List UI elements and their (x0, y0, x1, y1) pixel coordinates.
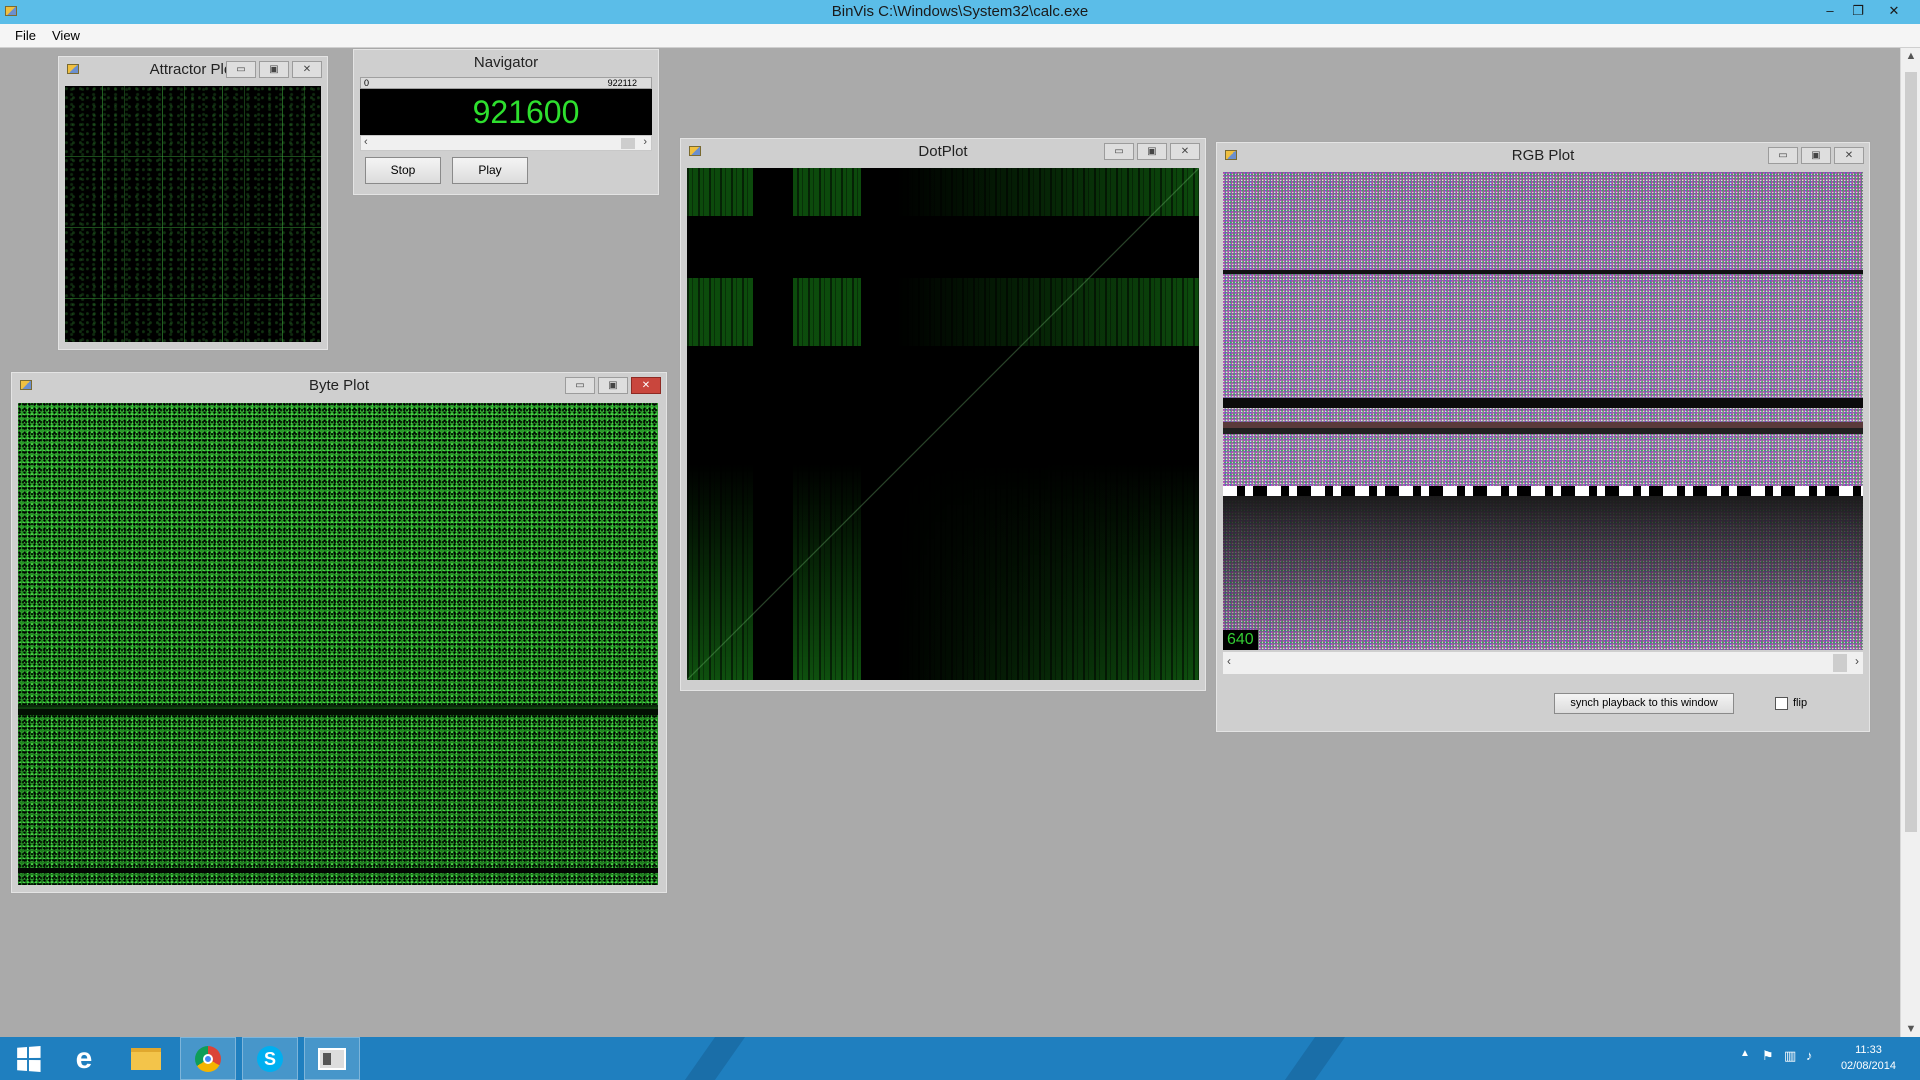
scroll-left-arrow-icon[interactable]: ‹ (364, 136, 368, 148)
menu-bar: File View (0, 24, 1920, 48)
dotplot-titlebar[interactable]: DotPlot ▭ ▣ ✕ (680, 138, 1206, 164)
attractor-plot-titlebar[interactable]: Attractor Plot ▭ ▣ ✕ (58, 56, 328, 82)
minimize-button[interactable]: ▭ (226, 61, 256, 78)
minimize-button[interactable]: ▭ (1768, 147, 1798, 164)
dotplot-diagonal (687, 168, 1199, 680)
scrollbar-thumb[interactable] (1905, 72, 1917, 832)
rgb-horizontal-scrollbar[interactable]: ‹ › (1223, 652, 1863, 674)
window-title: Navigator (473, 54, 539, 71)
action-center-flag-icon[interactable]: ⚑ (1762, 1048, 1774, 1064)
app-title-bar: BinVis C:\Windows\System32\calc.exe – ❐ … (0, 0, 1920, 24)
scrollbar-thumb[interactable] (621, 138, 635, 149)
chrome-icon[interactable] (180, 1037, 236, 1080)
byte-plot-window[interactable]: Byte Plot ▭ ▣ ✕ (10, 371, 668, 894)
scrollbar-thumb[interactable] (1833, 654, 1847, 672)
internet-explorer-icon[interactable]: e (56, 1037, 112, 1080)
minimize-window-button[interactable]: – (1816, 1, 1844, 21)
scroll-left-arrow-icon[interactable]: ‹ (1227, 654, 1231, 668)
width-readout: 640 (1223, 630, 1258, 650)
volume-icon[interactable]: ♪ (1806, 1048, 1813, 1063)
close-button[interactable]: ✕ (292, 61, 322, 78)
tray-expand-arrow-icon[interactable]: ▲ (1740, 1048, 1750, 1059)
flip-checkbox[interactable] (1775, 697, 1788, 710)
maximize-button[interactable]: ▣ (598, 377, 628, 394)
menu-file[interactable]: File (15, 28, 36, 43)
clock-date: 02/08/2014 (1840, 1060, 1896, 1072)
range-end-label: 922112 (607, 78, 637, 88)
mdi-vertical-scrollbar[interactable]: ▲ ▼ (1900, 48, 1920, 1037)
rgb-plot-canvas[interactable]: 640 (1223, 172, 1863, 650)
scroll-right-arrow-icon[interactable]: › (643, 136, 647, 148)
app-title: BinVis C:\Windows\System32\calc.exe (831, 3, 1089, 20)
file-explorer-icon[interactable] (118, 1037, 174, 1080)
stop-button[interactable]: Stop (365, 157, 441, 184)
minimize-button[interactable]: ▭ (1104, 143, 1134, 160)
minimize-button[interactable]: ▭ (565, 377, 595, 394)
play-button[interactable]: Play (452, 157, 528, 184)
maximize-button[interactable]: ▣ (1801, 147, 1831, 164)
navigator-titlebar[interactable]: Navigator (353, 49, 659, 75)
clock-time: 11:33 (1855, 1044, 1882, 1056)
range-start-label: 0 (364, 78, 370, 88)
position-scrollbar[interactable]: ‹ › (360, 135, 652, 151)
skype-icon[interactable]: S (242, 1037, 298, 1080)
network-icon[interactable]: ▥ (1784, 1048, 1796, 1064)
dotplot-window[interactable]: DotPlot ▭ ▣ ✕ (679, 137, 1207, 692)
attractor-plot-window[interactable]: Attractor Plot ▭ ▣ ✕ (57, 55, 329, 351)
navigator-window[interactable]: Navigator 0 922112 921600 ‹ › Stop Play (352, 48, 660, 196)
dotplot-canvas[interactable] (687, 168, 1199, 680)
rgb-plot-titlebar[interactable]: RGB Plot ▭ ▣ ✕ (1216, 142, 1870, 168)
attractor-plot-canvas[interactable] (65, 86, 321, 342)
maximize-button[interactable]: ▣ (259, 61, 289, 78)
flip-label: flip (1793, 697, 1808, 709)
close-window-button[interactable]: ✕ (1880, 1, 1908, 21)
position-display: 921600 (360, 89, 652, 135)
close-button[interactable]: ✕ (631, 377, 661, 394)
synch-playback-button[interactable]: synch playback to this window (1554, 693, 1734, 714)
close-button[interactable]: ✕ (1834, 147, 1864, 164)
rgb-pattern-band (1223, 486, 1863, 496)
maximize-button[interactable]: ▣ (1137, 143, 1167, 160)
windows-start-icon[interactable] (0, 1037, 56, 1080)
binvis-icon[interactable] (304, 1037, 360, 1080)
taskbar-decoration (684, 1037, 746, 1080)
menu-view[interactable]: View (52, 28, 80, 43)
offset-ruler: 0 922112 (360, 77, 652, 89)
restore-window-button[interactable]: ❐ (1844, 1, 1872, 21)
scroll-up-arrow-icon[interactable]: ▲ (1901, 50, 1920, 62)
byte-plot-titlebar[interactable]: Byte Plot ▭ ▣ ✕ (11, 372, 667, 398)
taskbar-decoration (1284, 1037, 1346, 1080)
byte-plot-canvas[interactable] (18, 403, 658, 885)
close-button[interactable]: ✕ (1170, 143, 1200, 160)
taskbar: e S ▲ ⚑ ▥ ♪ 11:33 02/08/2014 (0, 1037, 1920, 1080)
scroll-right-arrow-icon[interactable]: › (1855, 654, 1859, 668)
rgb-plot-window[interactable]: RGB Plot ▭ ▣ ✕ 640 ‹ › synch playback to… (1215, 141, 1871, 733)
scroll-down-arrow-icon[interactable]: ▼ (1901, 1023, 1920, 1035)
system-clock[interactable]: 11:33 02/08/2014 (1841, 1042, 1896, 1074)
